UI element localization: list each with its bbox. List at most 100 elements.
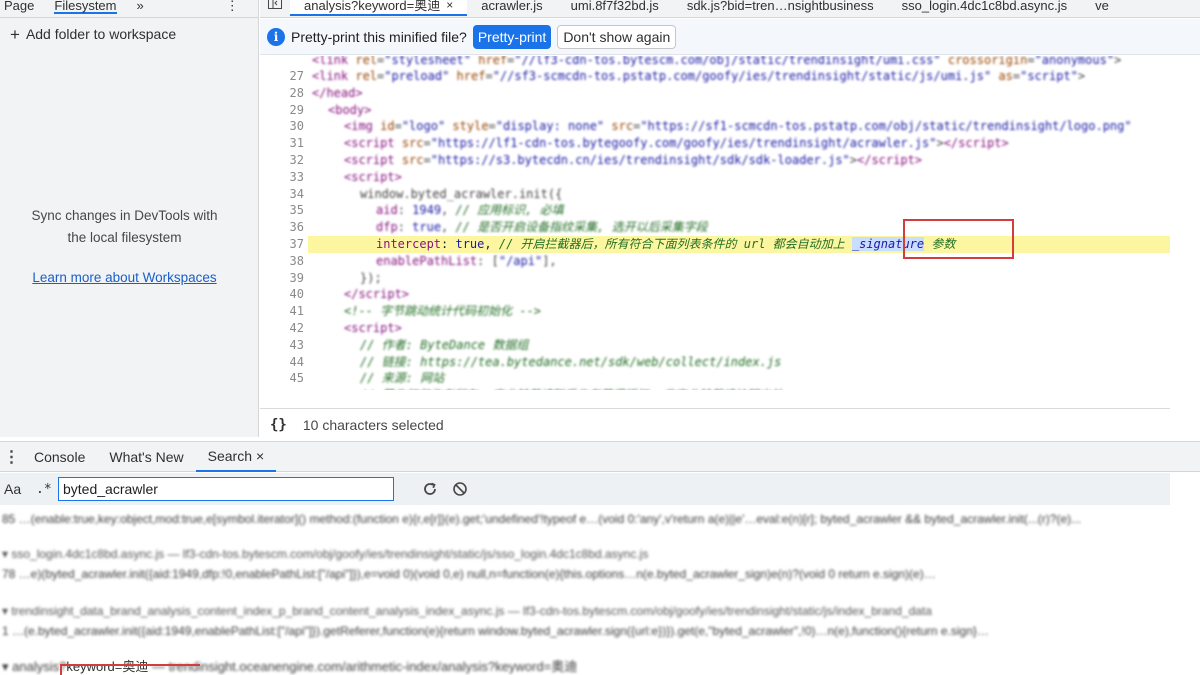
line-number: 30 (289, 119, 304, 134)
drawer-menu-icon[interactable]: ⋮ (0, 447, 22, 467)
line-number: 34 (289, 186, 304, 201)
add-folder-label: Add folder to workspace (25, 26, 177, 42)
result-line[interactable]: 1 …(e.byted_acrawler.init({aid:1949,enab… (2, 624, 989, 638)
editor-tab-label: analysis?keyword=奥迪 (304, 0, 441, 13)
code-line-blurred: <script> (344, 321, 402, 335)
tab-console[interactable]: Console (22, 441, 97, 472)
editor-tab-label: acrawler.js (481, 0, 543, 13)
dont-show-again-button[interactable]: Don't show again (557, 24, 677, 49)
horizontal-scrollbar[interactable]: ◀ (312, 388, 1170, 390)
editor-tab-analysis[interactable]: analysis?keyword=奥迪 × (290, 0, 468, 16)
line-number: 45 (289, 371, 304, 386)
learn-workspaces-link[interactable]: Learn more about Workspaces (0, 270, 249, 285)
code-line-blurred: enablePathList: ["/api"], (376, 253, 557, 268)
line-number-gutter: 27 28 29 30 31 32 33 34 35 36 37 38 39 4… (260, 56, 308, 390)
line-number: 40 (289, 287, 304, 302)
result-file-suffix-blurred: — trendinsight.oceanengine.com/arithmeti… (148, 659, 578, 674)
navigator-menu-icon[interactable]: ⋮ (226, 0, 240, 12)
selection-info: 10 characters selected (302, 416, 444, 433)
code-line-blurred: <script src="https://s3.bytecdn.cn/ies/t… (344, 153, 923, 167)
pretty-print-button[interactable]: Pretty-print (472, 24, 552, 49)
add-folder-button[interactable]: + Add folder to workspace (0, 18, 258, 50)
line-number: 33 (289, 169, 304, 184)
result-file[interactable]: ▾ trendinsight_data_brand_analysis_conte… (2, 604, 932, 618)
code-value: true (455, 237, 485, 251)
editor-tab-acrawler[interactable]: acrawler.js (467, 0, 556, 13)
drawer-tab-strip: ⋮ Console What's New Search × (0, 441, 1200, 472)
code-line-blurred: <body> (328, 102, 372, 117)
infobar-message: Pretty-print this minified file? (291, 28, 467, 45)
code-editor[interactable]: 27 28 29 30 31 32 33 34 35 36 37 38 39 4… (260, 56, 1170, 390)
info-icon: i (267, 27, 285, 46)
editor-tab-label: umi.8f7f32bd.js (570, 0, 659, 13)
line-number: 41 (289, 304, 304, 319)
code-line-blurred: </head> (312, 85, 363, 100)
result-line[interactable]: 85 …(enable:true,key:object,mod:true,e[s… (2, 512, 1081, 526)
line-number: 39 (289, 270, 304, 285)
editor-tab-label: sdk.js?bid=tren…nsightbusiness (686, 0, 874, 13)
plus-icon: + (10, 24, 20, 44)
match-case-toggle[interactable]: Aa (4, 481, 26, 497)
editor-tab-umi[interactable]: umi.8f7f32bd.js (557, 0, 673, 13)
sync-text-line-2: the local filesystem (67, 230, 182, 245)
editor-status-bar: {} 10 characters selected (260, 408, 1170, 440)
line-number: 28 (289, 85, 304, 100)
pretty-print-braces-icon[interactable]: {} (270, 417, 287, 433)
line-number: 37 (289, 237, 304, 251)
code-line-blurred: <script> (344, 169, 402, 184)
code-line-blurred: // 来源: 网站 (360, 371, 445, 386)
tab-search[interactable]: Search × (195, 441, 277, 472)
result-line[interactable]: 78 …e)(byted_acrawler.init({aid:1949,dfp… (2, 567, 936, 581)
search-results[interactable]: 85 …(enable:true,key:object,mod:true,e[s… (0, 506, 1170, 675)
tab-whats-new[interactable]: What's New (97, 441, 195, 472)
line-number: 32 (289, 153, 304, 167)
tab-label: What's New (109, 448, 184, 465)
pretty-print-infobar: i Pretty-print this minified file? Prett… (260, 19, 1200, 55)
navigator-sidebar: Page Filesystem » ⋮ + Add folder to work… (0, 0, 259, 437)
editor-tab-strip: analysis?keyword=奥迪 × acrawler.js umi.8f… (260, 0, 1200, 18)
editor-tab-overflow[interactable]: ve (1081, 0, 1123, 13)
search-input[interactable] (58, 477, 394, 501)
refresh-icon[interactable] (422, 481, 438, 497)
code-line-highlighted: intercept: true, // 开启拦截器后，所有符合下面列表条件的 u… (308, 236, 1170, 253)
code-colon: : (441, 237, 456, 251)
code-line-blurred: </script> (344, 287, 410, 302)
annotation-highlight-box (903, 219, 1014, 259)
line-number: 31 (289, 136, 304, 151)
tab-filesystem[interactable]: Filesystem (54, 0, 117, 14)
code-line-blurred: <img id="logo" style="display: none" src… (344, 119, 1132, 134)
code-keyword: intercept (376, 237, 442, 251)
annotation-underline (60, 664, 200, 675)
code-line-blurred: <script src="https://lf1-cdn-tos.bytegoo… (344, 136, 1009, 151)
code-line-blurred: // 链接: https://tea.bytedance.net/sdk/web… (360, 354, 782, 369)
editor-tab-sdk[interactable]: sdk.js?bid=tren…nsightbusiness (673, 0, 888, 13)
code-line-blurred: aid: 1949, // 应用标识, 必填 (376, 203, 564, 218)
line-number: 44 (289, 354, 304, 369)
clear-icon[interactable] (452, 481, 468, 497)
code-line-blurred: }); (360, 270, 382, 285)
editor-tab-label: ve (1095, 0, 1109, 13)
toggle-navigator-icon[interactable] (260, 0, 290, 16)
navigator-tabs: Page Filesystem » ⋮ (0, 0, 258, 18)
line-number: 38 (289, 253, 304, 268)
scroll-left-icon[interactable]: ◀ (312, 388, 318, 390)
tab-label: Search (207, 447, 252, 464)
editor-right-margin (1170, 56, 1200, 390)
more-tabs-chevron-icon[interactable]: » (137, 0, 144, 12)
code-comma: , (484, 237, 499, 251)
code-comment: // 开启拦截器后，所有符合下面列表条件的 url 都会自动加上 (498, 237, 852, 251)
sync-description: Sync changes in DevTools with the local … (0, 205, 249, 249)
result-file[interactable]: ▾ sso_login.4dc1c8bd.async.js — lf3-cdn-… (2, 547, 648, 561)
line-number: 42 (289, 321, 304, 335)
line-number: 29 (289, 102, 304, 117)
regex-toggle[interactable]: .* (36, 482, 54, 497)
result-file-prefix-blurred: ▾ analysis? (2, 659, 67, 674)
editor-tab-sso-login[interactable]: sso_login.4dc1c8bd.async.js (888, 0, 1082, 12)
code-line-blurred: <link rel="preload" href="//sf3-scmcdn-t… (312, 69, 1086, 83)
line-number: 46 (260, 387, 304, 390)
line-number: 27 (289, 69, 304, 83)
tab-page[interactable]: Page (4, 0, 34, 12)
close-tab-icon[interactable]: × (446, 0, 453, 11)
line-number: 35 (289, 203, 304, 218)
close-icon[interactable]: × (256, 448, 264, 464)
